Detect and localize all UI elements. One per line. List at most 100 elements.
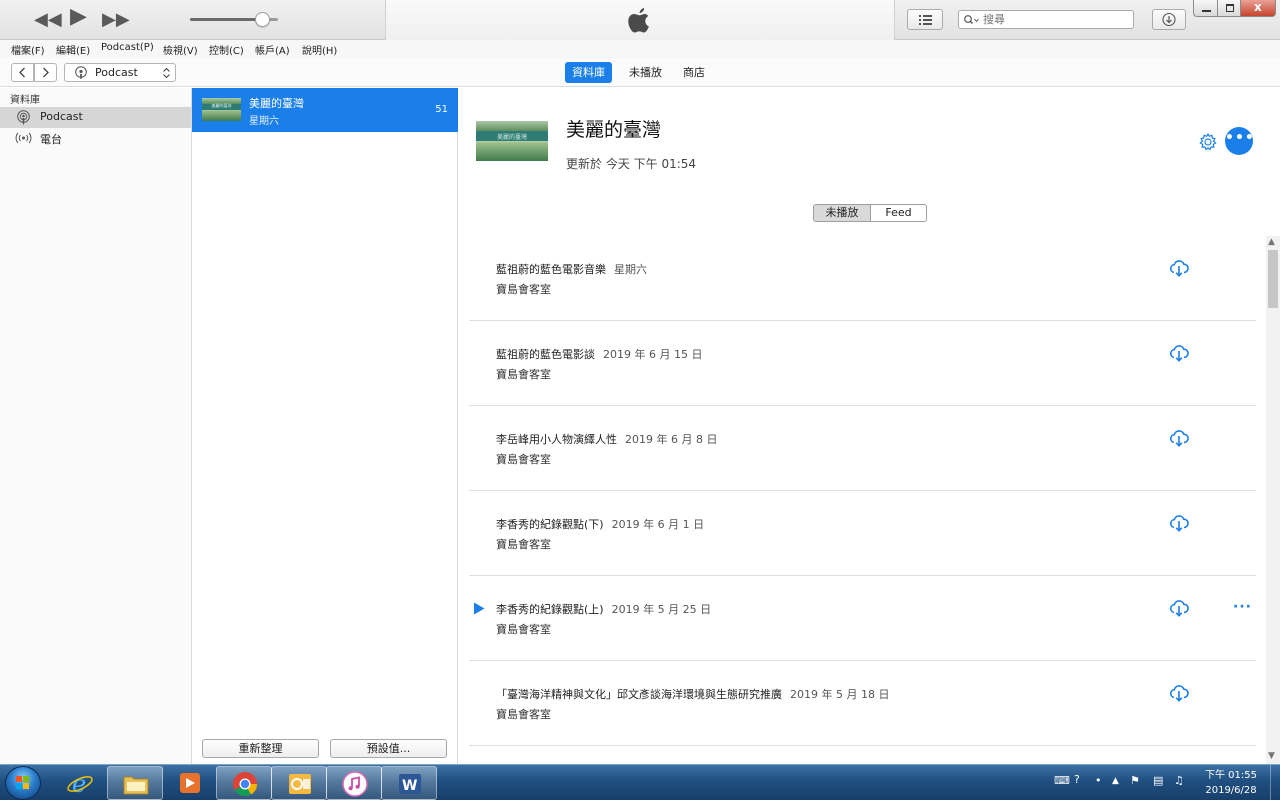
fast-forward-icon[interactable]: ▶▶ (102, 10, 130, 30)
show-desktop-button[interactable] (1270, 765, 1280, 801)
episode-row[interactable]: 李岳峰用小人物演繹人性 2019 年 6 月 8 日 寶島會客室 (469, 406, 1256, 491)
help-icon[interactable]: ? (1074, 773, 1080, 786)
episode-title: 藍祖蔚的藍色電影談 (496, 348, 595, 361)
cloud-download-icon[interactable] (1169, 598, 1189, 618)
taskbar-file-explorer[interactable] (107, 766, 163, 800)
taskbar-itunes[interactable] (326, 766, 382, 800)
episode-author: 寶島會客室 (496, 453, 551, 466)
menu-help[interactable]: 說明(H) (302, 42, 337, 57)
episode-more-button[interactable]: ··· (1233, 599, 1252, 615)
episode-date: 星期六 (614, 263, 647, 276)
media-type-select[interactable]: Podcast (64, 63, 176, 82)
action-center-flag-icon[interactable]: ⚑ (1130, 774, 1140, 787)
sidebar-item-radio[interactable]: 電台 (0, 128, 191, 149)
episode-row[interactable]: 藍祖蔚的藍色電影音樂 星期六 寶島會客室 (469, 236, 1256, 321)
taskbar-word[interactable]: W (381, 766, 437, 800)
episode-title: 藍祖蔚的藍色電影音樂 (496, 263, 606, 276)
cloud-download-icon[interactable] (1169, 428, 1189, 448)
clock[interactable]: 下午 01:55 2019/6/28 (1196, 768, 1266, 798)
input-method-icon[interactable]: • (1095, 774, 1102, 787)
episode-title-line: 李香秀的紀錄觀點(下) 2019 年 6 月 1 日 (496, 516, 704, 532)
taskbar-outlook[interactable] (271, 766, 327, 800)
restore-icon (1226, 4, 1234, 12)
cloud-download-icon[interactable] (1169, 343, 1189, 363)
menu-podcast[interactable]: Podcast(P) (101, 42, 154, 53)
menu-view[interactable]: 檢視(V) (163, 42, 198, 57)
podcast-list: 美麗的臺灣 美麗的臺灣 星期六 51 重新整理 預設值... (192, 88, 458, 764)
artwork-banner: 美麗的臺灣 (476, 131, 548, 141)
episode-title-line: 李岳峰用小人物演繹人性 2019 年 6 月 8 日 (496, 431, 717, 447)
artwork-banner: 美麗的臺灣 (202, 103, 241, 110)
cloud-download-icon[interactable] (1169, 513, 1189, 533)
taskbar-internet-explorer[interactable]: e (52, 766, 108, 800)
minimize-button[interactable] (1193, 0, 1218, 17)
menu-account[interactable]: 帳戶(A) (255, 42, 290, 57)
media-select-label: Podcast (95, 66, 138, 79)
play-icon[interactable] (473, 602, 485, 615)
episode-row[interactable]: 藍祖蔚的藍色電影談 2019 年 6 月 15 日 寶島會客室 (469, 321, 1256, 406)
episode-row[interactable]: 李香秀的紀錄觀點(下) 2019 年 6 月 1 日 寶島會客室 (469, 491, 1256, 576)
cloud-download-icon[interactable] (1169, 683, 1189, 703)
episode-title-line: 「臺灣海洋精神與文化」邱文彥談海洋環境與生態研究推廣 2019 年 5 月 18 … (496, 686, 889, 702)
volume-level (190, 18, 263, 21)
episode-row[interactable]: 李香秀的紀錄觀點(上) 2019 年 5 月 25 日 寶島會客室 ··· (469, 576, 1256, 661)
chevron-right-icon (43, 67, 49, 78)
episode-author: 寶島會客室 (496, 623, 551, 636)
keyboard-icon[interactable]: ⌨ (1054, 774, 1070, 787)
podcast-icon (75, 66, 87, 79)
network-icon[interactable]: ▤ (1153, 774, 1163, 787)
refresh-button[interactable]: 重新整理 (202, 739, 319, 758)
sidebar-heading: 資料庫 (10, 95, 40, 106)
episode-title: 李香秀的紀錄觀點(上) (496, 603, 604, 616)
more-options-button[interactable]: ••• (1225, 127, 1254, 155)
podcast-artwork-small: 美麗的臺灣 (202, 98, 241, 121)
defaults-button[interactable]: 預設值... (330, 739, 447, 758)
episode-date: 2019 年 6 月 1 日 (611, 518, 705, 531)
segment-unplayed[interactable]: 未播放 (814, 205, 871, 221)
restore-button[interactable] (1217, 0, 1241, 17)
menu-file[interactable]: 檔案(F) (11, 42, 45, 57)
list-view-button[interactable] (907, 9, 943, 30)
chevron-left-icon (19, 67, 25, 78)
folder-icon (123, 776, 149, 795)
gear-icon[interactable] (1198, 132, 1218, 152)
back-button[interactable] (11, 63, 34, 82)
apple-icon (628, 8, 649, 33)
podcast-list-item[interactable]: 美麗的臺灣 美麗的臺灣 星期六 51 (192, 88, 458, 132)
close-button[interactable]: x (1240, 0, 1276, 17)
play-icon[interactable]: ▶ (70, 6, 87, 28)
sidebar-item-podcast[interactable]: Podcast (0, 107, 191, 128)
episode-title: 李岳峰用小人物演繹人性 (496, 433, 617, 446)
rewind-icon[interactable]: ◀◀ (34, 10, 62, 30)
episode-author: 寶島會客室 (496, 708, 551, 721)
search-input[interactable] (983, 12, 1131, 27)
forward-button[interactable] (34, 63, 57, 82)
downloads-button[interactable] (1152, 9, 1186, 30)
start-button[interactable] (5, 766, 41, 800)
show-hidden-icons-icon[interactable]: ▲ (1112, 776, 1119, 786)
tab-store[interactable]: 商店 (676, 62, 712, 83)
scroll-down-icon[interactable]: ▼ (1268, 751, 1275, 761)
search-box[interactable] (958, 10, 1134, 29)
sidebar: 資料庫 Podcast 電台 (0, 88, 192, 764)
segment-feed[interactable]: Feed (871, 205, 926, 221)
tab-library[interactable]: 資料庫 (565, 62, 612, 83)
taskbar-media-player[interactable] (162, 766, 218, 800)
scroll-thumb[interactable] (1268, 250, 1278, 308)
cloud-download-icon[interactable] (1169, 258, 1189, 278)
menu-controls[interactable]: 控制(C) (209, 42, 244, 57)
taskbar-chrome[interactable] (216, 766, 272, 800)
scroll-up-icon[interactable]: ▲ (1268, 237, 1275, 247)
episode-count-badge: 51 (435, 104, 448, 115)
episode-row[interactable]: 「臺灣海洋精神與文化」邱文彥談海洋環境與生態研究推廣 2019 年 5 月 18 … (469, 661, 1256, 746)
status-display (385, 0, 895, 40)
media-player-icon (180, 773, 200, 793)
menu-edit[interactable]: 編輯(E) (56, 42, 90, 57)
sidebar-item-label: Podcast (40, 110, 83, 123)
word-icon: W (399, 774, 421, 794)
scrollbar[interactable]: ▲ ▼ (1266, 236, 1280, 764)
volume-icon[interactable]: ♫ (1174, 774, 1184, 787)
volume-knob[interactable] (255, 12, 271, 27)
tab-unplayed[interactable]: 未播放 (622, 62, 669, 83)
podcast-subtitle: 星期六 (249, 116, 279, 127)
